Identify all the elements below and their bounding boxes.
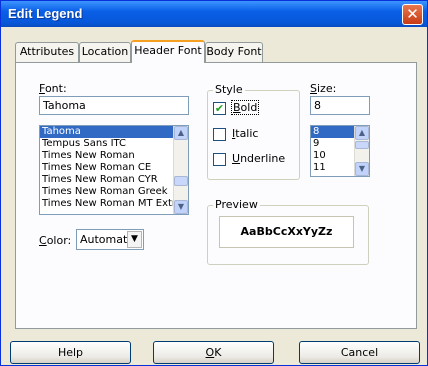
font-label: Font: <box>39 82 67 95</box>
font-preview: AaBbCcXxYyZz <box>219 216 354 248</box>
tab-header-font[interactable]: Header Font <box>131 40 205 63</box>
color-label: Color: <box>39 234 72 247</box>
font-input[interactable]: Tahoma <box>39 96 189 115</box>
tab-body-font[interactable]: Body Font <box>205 42 263 62</box>
font-list-item[interactable]: Times New Roman CE <box>40 162 188 174</box>
chevron-down-icon[interactable]: ▼ <box>127 231 142 248</box>
size-list-scrollbar[interactable]: ▲ ▼ <box>354 126 369 176</box>
font-list-item[interactable]: Tempus Sans ITC <box>40 138 188 150</box>
scroll-thumb[interactable] <box>355 141 369 149</box>
font-list-item[interactable]: Times New Roman CYR <box>40 174 188 186</box>
tab-attributes[interactable]: Attributes <box>15 42 79 62</box>
size-input[interactable]: 8 <box>310 96 370 115</box>
close-icon[interactable]: ✕ <box>402 4 423 25</box>
font-list-item[interactable]: Times New Roman Greek <box>40 186 188 198</box>
scroll-down-icon[interactable]: ▼ <box>355 162 369 176</box>
italic-checkbox[interactable] <box>213 128 226 141</box>
header-font-panel: Font: Tahoma Tahoma Tempus Sans ITC Time… <box>15 62 417 329</box>
font-list-item[interactable]: Tahoma <box>40 126 188 138</box>
color-dropdown[interactable]: Automatic ▼ <box>76 229 144 250</box>
font-list-scrollbar[interactable]: ▲ ▼ <box>173 126 188 214</box>
tab-location[interactable]: Location <box>79 42 131 62</box>
scroll-up-icon[interactable]: ▲ <box>174 126 188 140</box>
scroll-up-icon[interactable]: ▲ <box>355 126 369 140</box>
scroll-down-icon[interactable]: ▼ <box>174 200 188 214</box>
title-bar[interactable]: Edit Legend ✕ <box>1 1 427 27</box>
font-list-item[interactable]: Times New Roman <box>40 150 188 162</box>
font-listbox[interactable]: Tahoma Tempus Sans ITC Times New Roman T… <box>39 125 189 215</box>
style-group: Style ✔ Bold Italic Underline <box>207 83 300 180</box>
bold-label[interactable]: Bold <box>231 100 260 115</box>
edit-legend-dialog: Edit Legend ✕ Attributes Location Header… <box>0 0 428 366</box>
italic-label[interactable]: Italic <box>232 127 258 140</box>
help-button[interactable]: Help <box>10 341 131 364</box>
dialog-title: Edit Legend <box>8 6 83 21</box>
cancel-button[interactable]: Cancel <box>299 341 420 364</box>
preview-group-title: Preview <box>213 198 260 211</box>
size-label: Size: <box>310 82 337 95</box>
scroll-thumb[interactable] <box>174 176 188 186</box>
bold-checkbox[interactable]: ✔ <box>213 102 226 115</box>
size-listbox[interactable]: 8 9 10 11 ▲ ▼ <box>310 125 370 177</box>
underline-checkbox[interactable] <box>213 153 226 166</box>
underline-label[interactable]: Underline <box>232 152 285 165</box>
font-list-item[interactable]: Times New Roman MT Extra <box>40 198 188 210</box>
ok-button[interactable]: OK <box>153 341 274 364</box>
style-group-title: Style <box>213 83 245 96</box>
